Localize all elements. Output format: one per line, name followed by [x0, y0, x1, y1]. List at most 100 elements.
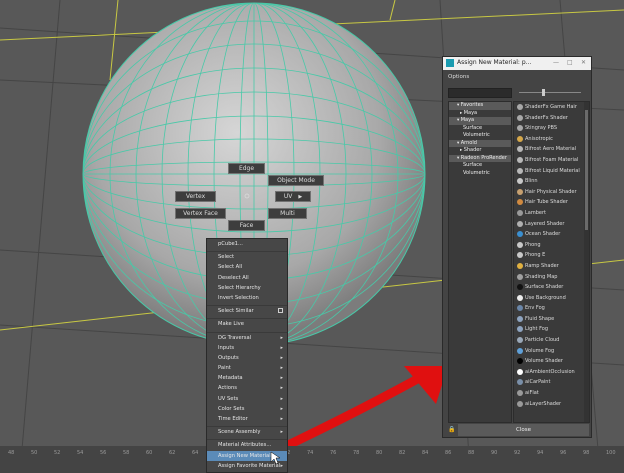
category-item[interactable]: Volumetric [449, 170, 511, 178]
category-item[interactable]: ▾ Maya [449, 117, 511, 125]
material-item[interactable]: Hair Tube Shader [514, 197, 589, 208]
material-item[interactable]: ShaderFx Shader [514, 113, 589, 124]
material-label: Bifrost Foam Material [525, 156, 579, 163]
material-item[interactable]: Bifrost Aero Material [514, 144, 589, 155]
maya-viewport[interactable]: Edge Object Mode Vertex UV ▶ Vertex Face … [0, 0, 624, 473]
context-menu-item[interactable]: UV Sets ▸ [207, 394, 287, 404]
context-menu-item[interactable]: Select [207, 251, 287, 262]
hotbox-multi[interactable]: Multi [268, 208, 307, 219]
material-item[interactable]: aiAmbientOcclusion [514, 367, 589, 378]
material-list-scrollbar[interactable] [584, 102, 589, 422]
maximize-icon[interactable]: □ [567, 59, 573, 66]
material-item[interactable]: Fluid Shape [514, 314, 589, 325]
material-item[interactable]: Volume Shader [514, 356, 589, 367]
hotbox-uv[interactable]: UV ▶ [275, 191, 311, 202]
category-item[interactable]: ▾ Radeon ProRender [449, 154, 511, 162]
material-item[interactable]: Env Fog [514, 303, 589, 314]
submenu-arrow-icon: ▸ [280, 365, 283, 372]
hotbox-edge[interactable]: Edge [228, 163, 265, 174]
category-label: Volumetric [463, 132, 490, 138]
material-item[interactable]: Hair Physical Shader [514, 187, 589, 198]
material-item[interactable]: Lambert [514, 208, 589, 219]
material-item[interactable]: aiFlat [514, 388, 589, 399]
time-slider[interactable]: 4850525456586062646668707274767880828486… [0, 446, 624, 473]
material-item[interactable]: aiLayerShader [514, 399, 589, 410]
material-item[interactable]: aiCarPaint [514, 377, 589, 388]
material-item[interactable]: Particle Cloud [514, 335, 589, 346]
search-input[interactable] [448, 88, 512, 98]
category-item[interactable]: Volumetric [449, 132, 511, 140]
timeline-tick-label: 96 [560, 450, 567, 456]
context-menu-item[interactable]: Material Attributes... [207, 439, 287, 450]
material-item[interactable]: Phong [514, 240, 589, 251]
material-item[interactable]: Shading Map [514, 272, 589, 283]
context-menu-item[interactable]: Metadata ▸ [207, 373, 287, 383]
material-item[interactable]: Bifrost Foam Material [514, 155, 589, 166]
timeline-tick-label: 60 [146, 450, 153, 456]
category-label: Surface [463, 162, 483, 168]
context-menu-item-label: pCube1... [218, 241, 243, 247]
context-menu-item[interactable]: Make Live [207, 318, 287, 329]
hotbox-vertex-face[interactable]: Vertex Face [175, 208, 226, 219]
context-menu-item[interactable]: Actions ▸ [207, 383, 287, 393]
option-box-icon[interactable] [278, 308, 283, 314]
category-item[interactable]: ▸ Shader [449, 147, 511, 155]
category-item[interactable]: Surface [449, 162, 511, 170]
context-menu-item[interactable]: Scene Assembly ▸ [207, 426, 287, 437]
context-menu-item-label: Assign Favorite Material [218, 462, 281, 469]
dialog-titlebar[interactable]: Assign New Material: p... — □ ✕ [443, 57, 591, 70]
category-item[interactable]: ▾ Arnold [449, 139, 511, 147]
hotbox-vertex[interactable]: Vertex [175, 191, 216, 202]
material-swatch-icon [517, 231, 523, 238]
context-menu-item[interactable]: Select All [207, 262, 287, 272]
context-menu-item[interactable]: Assign New Material... [207, 450, 287, 461]
options-menu[interactable]: Options [448, 74, 469, 80]
context-menu-item[interactable]: Color Sets ▸ [207, 404, 287, 414]
timeline-tick-label: 82 [399, 450, 406, 456]
material-item[interactable]: Volume Fog [514, 346, 589, 357]
material-item[interactable]: Light Fog [514, 324, 589, 335]
context-menu-item[interactable]: Time Editor ▸ [207, 414, 287, 424]
material-item[interactable]: Stingray PBS [514, 123, 589, 134]
context-menu-item[interactable]: pCube1... [207, 239, 287, 249]
material-item[interactable]: Blinn [514, 176, 589, 187]
material-item[interactable]: Phong E [514, 250, 589, 261]
scrollbar-thumb[interactable] [585, 110, 588, 230]
material-item[interactable]: Anisotropic [514, 134, 589, 145]
timeline-tick-label: 92 [514, 450, 521, 456]
submenu-arrow-icon: ▸ [280, 429, 283, 436]
context-menu-item-label: Color Sets [218, 405, 245, 412]
material-item[interactable]: Surface Shader [514, 282, 589, 293]
material-label: Layered Shader [525, 220, 565, 227]
category-item[interactable]: ▾ Favorites [449, 102, 511, 110]
close-button[interactable]: Close [458, 424, 589, 436]
hotbox-face[interactable]: Face [228, 220, 265, 231]
context-menu-item[interactable]: Paint ▸ [207, 363, 287, 373]
context-menu-item[interactable]: Inputs ▸ [207, 343, 287, 353]
material-item[interactable]: ShaderFx Game Hair [514, 102, 589, 113]
context-menu-item[interactable]: Deselect All [207, 273, 287, 283]
context-menu-item[interactable]: Outputs ▸ [207, 353, 287, 363]
context-menu-item[interactable]: Assign Favorite Material ▸ [207, 461, 287, 471]
material-item[interactable]: Bifrost Liquid Material [514, 166, 589, 177]
lock-icon[interactable]: 🔒 [448, 426, 455, 433]
hotbox-object-mode[interactable]: Object Mode [268, 175, 324, 186]
material-item[interactable]: Ocean Shader [514, 229, 589, 240]
context-menu-item[interactable]: Select Similar [207, 305, 287, 316]
icon-size-slider[interactable] [519, 92, 581, 93]
context-menu-item[interactable]: Invert Selection [207, 293, 287, 303]
material-swatch-icon [517, 146, 523, 153]
context-menu-item-label: Scene Assembly [218, 429, 261, 436]
close-icon[interactable]: ✕ [581, 59, 586, 66]
timeline-tick-label: 78 [353, 450, 360, 456]
minimize-icon[interactable]: — [553, 59, 559, 66]
context-menu-item[interactable]: DG Traversal ▸ [207, 331, 287, 343]
material-item[interactable]: Layered Shader [514, 219, 589, 230]
icon-size-slider-handle[interactable] [542, 89, 545, 96]
material-item[interactable]: Use Background [514, 293, 589, 304]
context-menu-item[interactable]: Select Hierarchy [207, 283, 287, 293]
material-item[interactable]: Ramp Shader [514, 261, 589, 272]
category-item[interactable]: Surface [449, 125, 511, 133]
context-menu-item-label: Deselect All [218, 274, 249, 281]
category-item[interactable]: ▸ Maya [449, 110, 511, 118]
